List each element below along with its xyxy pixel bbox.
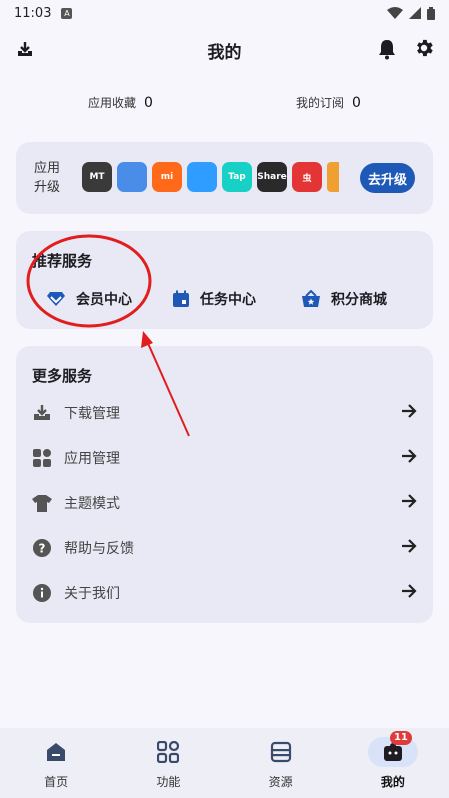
nav-resources-label: 资源 [268,774,293,789]
upgrade-app-icons: MT mi Tap Share 虫 [82,162,339,192]
task-center-label: 任务中心 [200,292,256,308]
page-title: 我的 [207,42,242,63]
download-manager-label: 下载管理 [64,406,120,422]
features-grid-icon [143,737,193,767]
mt-manager-icon[interactable]: MT [82,162,112,192]
nav-home[interactable]: 首页 [0,728,112,798]
browser-icon[interactable] [187,162,217,192]
svg-text:?: ? [39,542,46,556]
status-bar: 11:03 A [0,0,449,26]
battery-icon [427,6,435,20]
app-upgrade-label-line1: 应用 [34,161,61,176]
nav-resources[interactable]: 资源 [225,728,337,798]
bell-icon[interactable] [377,38,397,64]
help-feedback-item[interactable]: ? 帮助与反馈 [32,530,417,566]
recommended-services-card: 推荐服务 会员中心 任务中心 积分商城 [16,231,433,329]
help-feedback-label: 帮助与反馈 [64,541,134,557]
header: 我的 [0,30,449,70]
subscriptions-stat[interactable]: 我的订阅 0 [296,94,361,111]
nav-mine[interactable]: 11 我的 [337,728,449,798]
download-icon [32,404,52,422]
nav-features[interactable]: 功能 [112,728,224,798]
notification-icon: A [61,7,73,19]
download-tray-icon[interactable] [16,40,34,62]
grid-apps-icon [32,449,52,467]
gear-icon[interactable] [413,37,435,63]
app-favorites-label: 应用收藏 [88,96,137,110]
nav-features-label: 功能 [156,774,181,789]
recommended-services-title: 推荐服务 [32,252,93,270]
app-upgrade-card[interactable]: 应用 升级 MT mi Tap Share 虫 去升级 [16,142,433,214]
app-favorites-count: 0 [144,95,153,111]
arrow-right-icon [401,539,417,557]
diamond-icon [47,292,65,306]
tshirt-icon [32,494,52,512]
task-center-item[interactable]: 任务中心 [172,289,256,309]
about-us-label: 关于我们 [64,586,120,602]
wifi-icon [387,7,403,19]
subscriptions-count: 0 [352,95,361,111]
profile-icon: 11 [367,730,418,767]
signal-icon [409,7,421,19]
shopping-basket-icon [302,290,320,307]
theme-mode-label: 主题模式 [64,496,120,512]
taptap-icon[interactable]: Tap [222,162,252,192]
about-us-item[interactable]: 关于我们 [32,575,417,611]
app-upgrade-label-line2: 升级 [34,180,61,195]
stats-row: 应用收藏 0 我的订阅 0 [0,94,449,116]
download-manager-item[interactable]: 下载管理 [32,395,417,431]
resources-stack-icon [256,737,306,767]
more-services-title: 更多服务 [32,367,93,385]
status-time: 11:03 [14,5,52,21]
arrow-right-icon [401,494,417,512]
app-favorites-stat[interactable]: 应用收藏 0 [88,94,153,111]
share-icon[interactable]: Share [257,162,287,192]
help-icon: ? [32,539,52,557]
bottom-nav: 首页 功能 资源 11 我的 [0,728,449,798]
app-icon-7[interactable]: 虫 [292,162,322,192]
info-icon [32,584,52,602]
home-icon [31,737,81,767]
arrow-right-icon [401,449,417,467]
calendar-icon [173,290,189,307]
app-upgrade-label: 应用 升级 [34,159,60,197]
more-services-card: 更多服务 下载管理 应用管理 主题模式 ? 帮助与反馈 关于我们 [16,346,433,623]
app-manager-item[interactable]: 应用管理 [32,440,417,476]
nav-mine-label: 我的 [380,774,405,789]
points-mall-item[interactable]: 积分商城 [301,289,387,309]
nav-home-label: 首页 [44,774,69,789]
app-icon-2[interactable] [117,162,147,192]
notification-badge: 11 [389,730,412,745]
app-icon-8[interactable] [327,162,339,192]
mi-store-icon[interactable]: mi [152,162,182,192]
arrow-right-icon [401,584,417,602]
subscriptions-label: 我的订阅 [296,96,345,110]
member-center-label: 会员中心 [76,292,132,308]
arrow-right-icon [401,404,417,422]
app-manager-label: 应用管理 [64,451,120,467]
theme-mode-item[interactable]: 主题模式 [32,485,417,521]
member-center-item[interactable]: 会员中心 [46,289,132,309]
upgrade-button[interactable]: 去升级 [360,163,415,193]
points-mall-label: 积分商城 [331,292,387,308]
